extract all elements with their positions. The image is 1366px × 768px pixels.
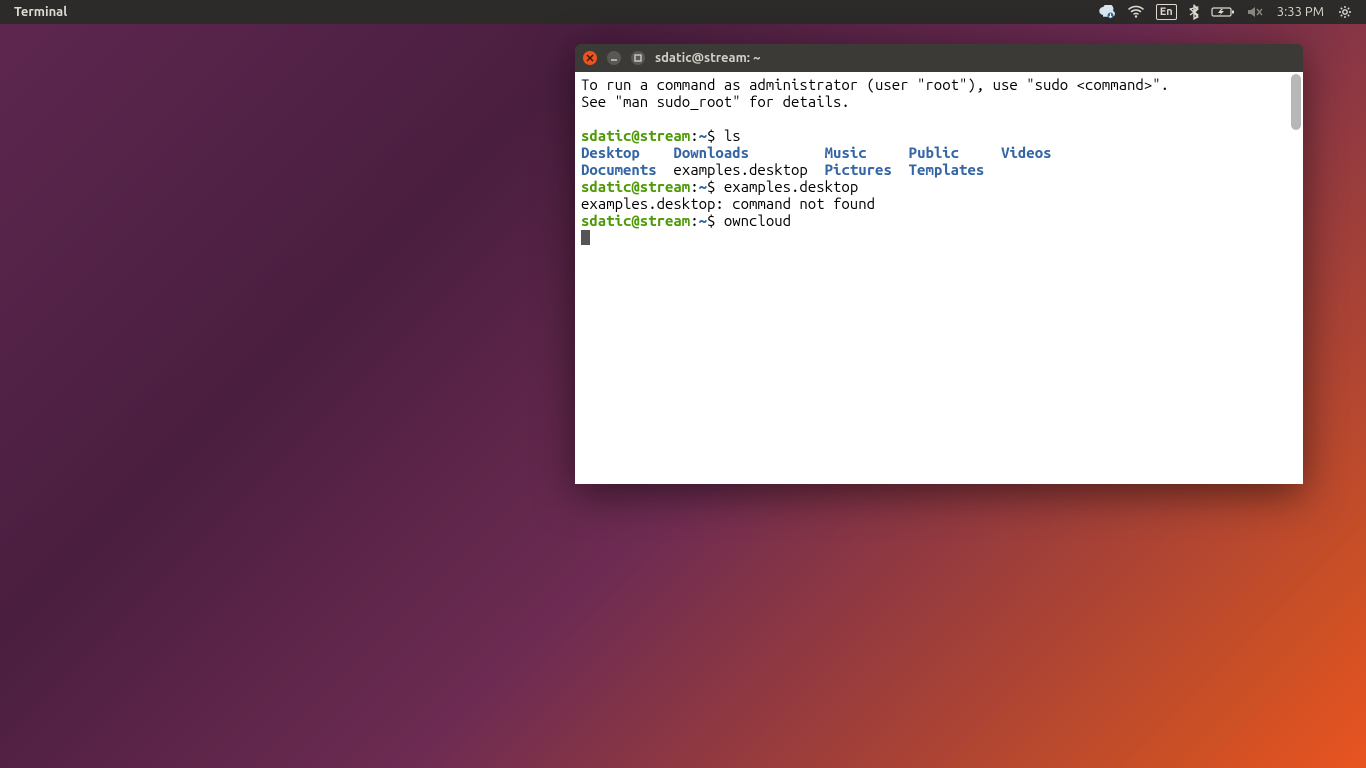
prompt-dollar: $ (707, 178, 724, 195)
prompt-user: sdatic@stream (581, 212, 690, 229)
terminal-content[interactable]: To run a command as administrator (user … (575, 72, 1303, 484)
wifi-icon[interactable] (1122, 0, 1150, 24)
prompt-user: sdatic@stream (581, 127, 690, 144)
prompt-sep: : (690, 127, 698, 144)
ls-examples: examples.desktop (673, 161, 807, 178)
window-maximize-button[interactable] (631, 51, 645, 65)
ls-pictures: Pictures (825, 161, 892, 178)
ls-videos: Videos (1001, 144, 1051, 161)
prompt-dollar: $ (707, 127, 724, 144)
prompt-user: sdatic@stream (581, 178, 690, 195)
command-ls: ls (724, 127, 741, 144)
ls-desktop: Desktop (581, 144, 640, 161)
ls-public: Public (909, 144, 959, 161)
battery-icon[interactable] (1205, 0, 1241, 24)
ls-templates: Templates (909, 161, 985, 178)
window-close-button[interactable] (583, 51, 597, 65)
window-minimize-button[interactable] (607, 51, 621, 65)
error-not-found: examples.desktop: command not found (581, 195, 875, 212)
owncloud-indicator-icon[interactable] (1092, 0, 1122, 24)
terminal-scrollbar-thumb[interactable] (1291, 74, 1301, 130)
terminal-window: sdatic@stream: ~ To run a command as adm… (575, 44, 1303, 484)
ls-music: Music (825, 144, 867, 161)
system-gear-icon[interactable] (1332, 0, 1358, 24)
prompt-path: ~ (699, 178, 707, 195)
command-examples: examples.desktop (724, 178, 858, 195)
motd-line-1: To run a command as administrator (user … (581, 76, 1169, 93)
command-owncloud: owncloud (724, 212, 791, 229)
terminal-cursor (581, 230, 590, 245)
bluetooth-icon[interactable] (1183, 0, 1205, 24)
clock[interactable]: 3:33 PM (1269, 5, 1332, 19)
language-indicator[interactable]: En (1150, 0, 1183, 24)
ls-downloads: Downloads (673, 144, 749, 161)
prompt-path: ~ (699, 212, 707, 229)
prompt-sep: : (690, 212, 698, 229)
top-menubar: Terminal En 3: (0, 0, 1366, 24)
language-label: En (1156, 4, 1177, 20)
motd-line-2: See "man sudo_root" for details. (581, 93, 850, 110)
ls-documents: Documents (581, 161, 657, 178)
active-app-label: Terminal (14, 5, 67, 19)
volume-muted-icon[interactable] (1241, 0, 1269, 24)
window-titlebar[interactable]: sdatic@stream: ~ (575, 44, 1303, 72)
window-title: sdatic@stream: ~ (655, 51, 760, 65)
prompt-path: ~ (699, 127, 707, 144)
prompt-sep: : (690, 178, 698, 195)
prompt-dollar: $ (707, 212, 724, 229)
